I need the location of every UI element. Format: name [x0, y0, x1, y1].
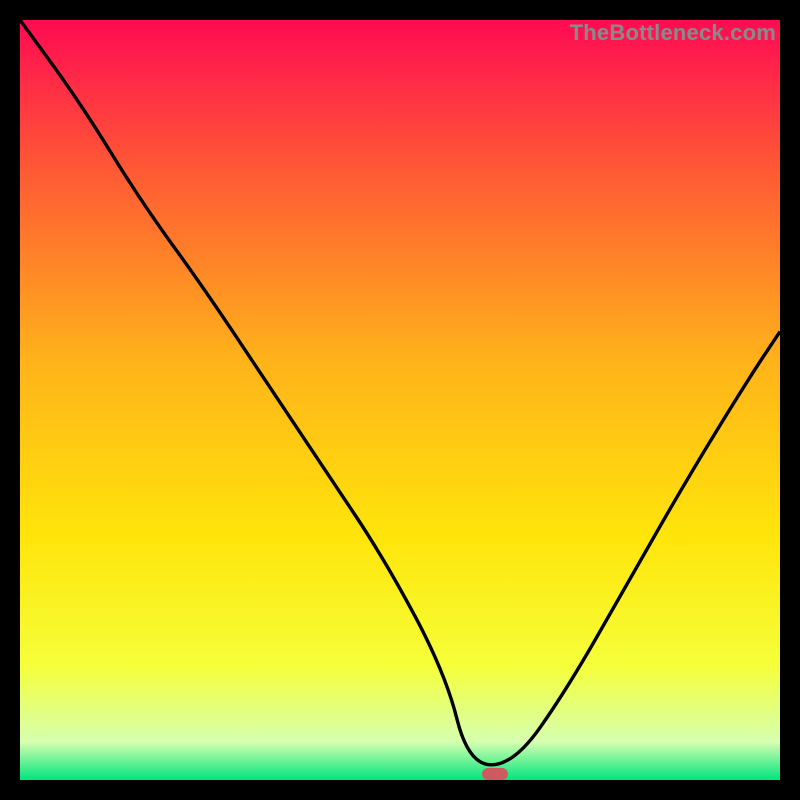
watermark-text: TheBottleneck.com	[570, 20, 776, 46]
optimum-marker	[482, 768, 508, 780]
chart-frame: TheBottleneck.com	[20, 20, 780, 780]
bottleneck-curve	[20, 20, 780, 780]
